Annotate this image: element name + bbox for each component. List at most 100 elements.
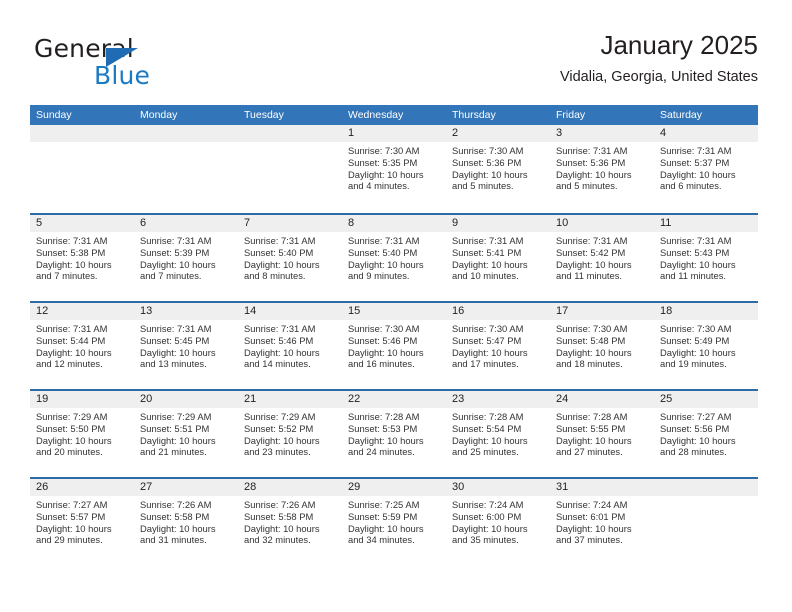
day-details: Sunrise: 7:27 AM Sunset: 5:56 PM Daylight:… — [654, 408, 758, 458]
calendar-day-cell[interactable]: 25 Sunrise: 7:27 AM Sunset: 5:56 PM Dayligh… — [654, 391, 758, 477]
title-block: January 2025 Vidalia, Georgia, United St… — [560, 28, 758, 88]
day-number: 27 — [134, 479, 238, 496]
day-details: Sunrise: 7:31 AM Sunset: 5:38 PM Daylight:… — [30, 232, 134, 282]
general-blue-logo[interactable]: General Blue — [34, 34, 254, 90]
calendar-day-cell[interactable]: 29 Sunrise: 7:25 AM Sunset: 5:59 PM Dayligh… — [342, 479, 446, 565]
calendar-day-cell[interactable]: 12 Sunrise: 7:31 AM Sunset: 5:44 PM Dayligh… — [30, 303, 134, 389]
calendar-day-cell[interactable]: 30 Sunrise: 7:24 AM Sunset: 6:00 PM Dayligh… — [446, 479, 550, 565]
day-details: Sunrise: 7:31 AM Sunset: 5:37 PM Daylight:… — [654, 142, 758, 192]
calendar-week-row: 1 Sunrise: 7:30 AM Sunset: 5:35 PM Daylight… — [30, 125, 758, 213]
calendar-day-cell[interactable]: 17 Sunrise: 7:30 AM Sunset: 5:48 PM Dayligh… — [550, 303, 654, 389]
daylight-text: Daylight: 10 hours and 5 minutes. — [556, 168, 632, 192]
calendar-day-cell[interactable]: 3 Sunrise: 7:31 AM Sunset: 5:36 PM Daylight… — [550, 125, 654, 213]
day-details: Sunrise: 7:31 AM Sunset: 5:39 PM Daylight:… — [134, 232, 238, 282]
sunset-text: Sunset: 5:43 PM — [660, 246, 730, 258]
calendar-day-cell[interactable]: 5 Sunrise: 7:31 AM Sunset: 5:38 PM Daylight… — [30, 215, 134, 301]
daylight-text: Daylight: 10 hours and 12 minutes. — [36, 346, 112, 370]
day-number: 14 — [238, 303, 342, 320]
sunset-text: Sunset: 5:39 PM — [140, 246, 210, 258]
day-details: Sunrise: 7:31 AM Sunset: 5:41 PM Daylight:… — [446, 232, 550, 282]
sunset-text: Sunset: 5:36 PM — [556, 156, 626, 168]
day-number: 23 — [446, 391, 550, 408]
sunrise-text: Sunrise: 7:29 AM — [244, 411, 316, 422]
day-number: 26 — [30, 479, 134, 496]
day-number — [238, 125, 342, 142]
daylight-text: Daylight: 10 hours and 11 minutes. — [556, 258, 632, 282]
weekday-header-tuesday: Tuesday — [244, 109, 284, 121]
calendar-day-cell[interactable]: 14 Sunrise: 7:31 AM Sunset: 5:46 PM Dayligh… — [238, 303, 342, 389]
day-number: 17 — [550, 303, 654, 320]
daylight-text: Daylight: 10 hours and 21 minutes. — [140, 434, 216, 458]
day-number: 12 — [30, 303, 134, 320]
day-details: Sunrise: 7:28 AM Sunset: 5:55 PM Daylight:… — [550, 408, 654, 458]
day-details: Sunrise: 7:30 AM Sunset: 5:49 PM Daylight:… — [654, 320, 758, 370]
daylight-text: Daylight: 10 hours and 5 minutes. — [452, 168, 528, 192]
calendar-day-cell[interactable]: 2 Sunrise: 7:30 AM Sunset: 5:36 PM Daylight… — [446, 125, 550, 213]
day-number: 30 — [446, 479, 550, 496]
day-details: Sunrise: 7:27 AM Sunset: 5:57 PM Daylight:… — [30, 496, 134, 546]
calendar-day-cell[interactable]: 18 Sunrise: 7:30 AM Sunset: 5:49 PM Dayligh… — [654, 303, 758, 389]
calendar-week-row: 19 Sunrise: 7:29 AM Sunset: 5:50 PM Dayligh… — [30, 389, 758, 477]
daylight-text: Daylight: 10 hours and 18 minutes. — [556, 346, 632, 370]
calendar-day-cell[interactable]: 1 Sunrise: 7:30 AM Sunset: 5:35 PM Daylight… — [342, 125, 446, 213]
calendar-day-cell[interactable]: 8 Sunrise: 7:31 AM Sunset: 5:40 PM Daylight… — [342, 215, 446, 301]
calendar-day-cell[interactable]: 21 Sunrise: 7:29 AM Sunset: 5:52 PM Dayligh… — [238, 391, 342, 477]
daylight-text: Daylight: 10 hours and 28 minutes. — [660, 434, 736, 458]
calendar-day-cell[interactable]: 7 Sunrise: 7:31 AM Sunset: 5:40 PM Daylight… — [238, 215, 342, 301]
day-number: 22 — [342, 391, 446, 408]
sunrise-text: Sunrise: 7:26 AM — [140, 499, 212, 510]
calendar-day-cell[interactable]: 11 Sunrise: 7:31 AM Sunset: 5:43 PM Dayligh… — [654, 215, 758, 301]
calendar-day-cell[interactable]: 23 Sunrise: 7:28 AM Sunset: 5:54 PM Dayligh… — [446, 391, 550, 477]
calendar-day-cell[interactable]: 27 Sunrise: 7:26 AM Sunset: 5:58 PM Dayligh… — [134, 479, 238, 565]
daylight-text: Daylight: 10 hours and 14 minutes. — [244, 346, 320, 370]
sunset-text: Sunset: 5:58 PM — [244, 510, 314, 522]
calendar-day-cell[interactable]: 10 Sunrise: 7:31 AM Sunset: 5:42 PM Dayligh… — [550, 215, 654, 301]
sunset-text: Sunset: 5:53 PM — [348, 422, 418, 434]
day-number: 31 — [550, 479, 654, 496]
calendar-day-cell[interactable]: 15 Sunrise: 7:30 AM Sunset: 5:46 PM Dayligh… — [342, 303, 446, 389]
day-details: Sunrise: 7:30 AM Sunset: 5:46 PM Daylight:… — [342, 320, 446, 370]
day-details: Sunrise: 7:31 AM Sunset: 5:43 PM Daylight:… — [654, 232, 758, 282]
calendar-day-cell[interactable]: 20 Sunrise: 7:29 AM Sunset: 5:51 PM Dayligh… — [134, 391, 238, 477]
calendar-day-cell[interactable]: 16 Sunrise: 7:30 AM Sunset: 5:47 PM Dayligh… — [446, 303, 550, 389]
sunrise-text: Sunrise: 7:31 AM — [36, 235, 108, 246]
sunset-text: Sunset: 5:51 PM — [140, 422, 210, 434]
calendar-page: General Blue January 2025 Vidalia, Georg… — [0, 0, 792, 612]
calendar-day-cell-empty — [134, 125, 238, 213]
calendar-day-cell[interactable]: 4 Sunrise: 7:31 AM Sunset: 5:37 PM Daylight… — [654, 125, 758, 213]
sunrise-text: Sunrise: 7:27 AM — [36, 499, 108, 510]
calendar-day-cell[interactable]: 28 Sunrise: 7:26 AM Sunset: 5:58 PM Dayligh… — [238, 479, 342, 565]
day-number: 29 — [342, 479, 446, 496]
day-number: 1 — [342, 125, 446, 142]
calendar-day-cell[interactable]: 19 Sunrise: 7:29 AM Sunset: 5:50 PM Dayligh… — [30, 391, 134, 477]
day-number: 24 — [550, 391, 654, 408]
sunrise-text: Sunrise: 7:31 AM — [556, 145, 628, 156]
sunrise-text: Sunrise: 7:30 AM — [660, 323, 732, 334]
day-number: 11 — [654, 215, 758, 232]
sunrise-text: Sunrise: 7:30 AM — [452, 145, 524, 156]
calendar-day-cell[interactable]: 31 Sunrise: 7:24 AM Sunset: 6:01 PM Dayligh… — [550, 479, 654, 565]
daylight-text: Daylight: 10 hours and 20 minutes. — [36, 434, 112, 458]
calendar-day-cell[interactable]: 24 Sunrise: 7:28 AM Sunset: 5:55 PM Dayligh… — [550, 391, 654, 477]
calendar-day-cell[interactable]: 6 Sunrise: 7:31 AM Sunset: 5:39 PM Daylight… — [134, 215, 238, 301]
sunset-text: Sunset: 5:57 PM — [36, 510, 106, 522]
sunset-text: Sunset: 5:49 PM — [660, 334, 730, 346]
calendar-day-cell[interactable]: 13 Sunrise: 7:31 AM Sunset: 5:45 PM Dayligh… — [134, 303, 238, 389]
calendar-day-cell[interactable]: 22 Sunrise: 7:28 AM Sunset: 5:53 PM Dayligh… — [342, 391, 446, 477]
day-number: 8 — [342, 215, 446, 232]
day-details: Sunrise: 7:31 AM Sunset: 5:42 PM Daylight:… — [550, 232, 654, 282]
day-details: Sunrise: 7:30 AM Sunset: 5:35 PM Daylight:… — [342, 142, 446, 192]
calendar-day-cell[interactable]: 26 Sunrise: 7:27 AM Sunset: 5:57 PM Dayligh… — [30, 479, 134, 565]
calendar-day-cell-empty — [30, 125, 134, 213]
daylight-text: Daylight: 10 hours and 17 minutes. — [452, 346, 528, 370]
day-details: Sunrise: 7:31 AM Sunset: 5:36 PM Daylight:… — [550, 142, 654, 192]
day-details: Sunrise: 7:31 AM Sunset: 5:40 PM Daylight:… — [238, 232, 342, 282]
daylight-text: Daylight: 10 hours and 19 minutes. — [660, 346, 736, 370]
sunset-text: Sunset: 5:35 PM — [348, 156, 418, 168]
sunset-text: Sunset: 5:40 PM — [348, 246, 418, 258]
calendar-day-cell[interactable]: 9 Sunrise: 7:31 AM Sunset: 5:41 PM Daylight… — [446, 215, 550, 301]
day-number — [654, 479, 758, 496]
daylight-text: Daylight: 10 hours and 23 minutes. — [244, 434, 320, 458]
sunset-text: Sunset: 5:55 PM — [556, 422, 626, 434]
daylight-text: Daylight: 10 hours and 25 minutes. — [452, 434, 528, 458]
